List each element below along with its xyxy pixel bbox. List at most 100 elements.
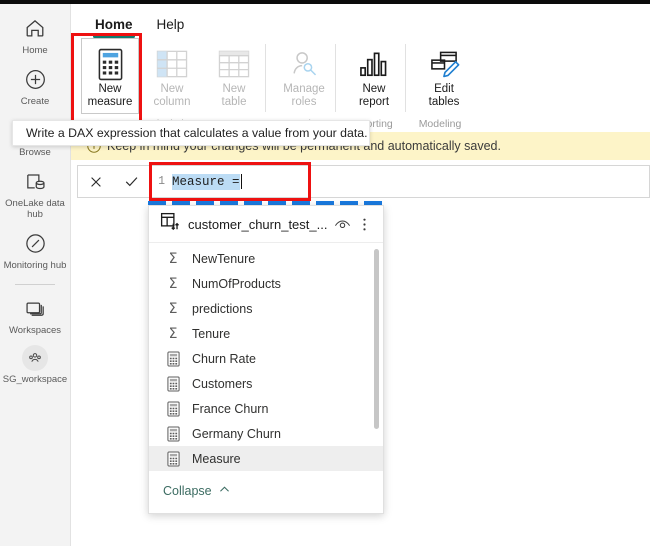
sidebar-label-browse: Browse [19,147,51,158]
list-item[interactable]: Σ NumOfProducts [149,271,383,296]
checkmark-icon[interactable] [120,171,142,193]
list-item[interactable]: France Churn [149,396,383,421]
formula-selected-text: Measure = [172,173,240,190]
sidebar-label-workspaces: Workspaces [8,325,62,336]
sigma-icon: Σ [168,250,178,267]
formula-bar-actions [78,166,150,197]
edit-tables-label-line1: Edit [434,83,454,95]
sidebar-item-monitoring-hub[interactable]: Monitoring hub [0,229,71,271]
ribbon-group-modeling: Edit tables Modeling [405,38,475,130]
field-list-panel: customer_churn_test_... Σ NewTenure Σ Nu… [148,205,384,514]
manage-roles-button[interactable]: Manage roles [275,38,333,114]
field-label: Measure [192,451,241,466]
formula-expression[interactable]: Measure = [172,173,649,190]
home-icon [21,14,49,42]
field-list-scrollbar[interactable] [374,249,379,429]
field-list-items: Σ NewTenure Σ NumOfProducts Σ prediction… [149,243,383,471]
new-measure-tooltip: Write a DAX expression that calculates a… [12,120,370,146]
sidebar-item-home[interactable]: Home [0,14,71,56]
app-window: Home Create Browse OneLake data hub Moni… [0,0,650,546]
edit-tables-label-line2: tables [428,96,460,108]
new-column-icon [156,45,188,83]
manage-roles-icon [289,45,319,83]
close-icon[interactable] [85,171,107,193]
more-vertical-icon[interactable] [353,213,375,235]
edit-tables-icon [429,45,460,83]
new-table-label-line2: table [221,96,247,108]
left-navigation-rail: Home Create Browse OneLake data hub Moni… [0,4,71,546]
field-label: NewTenure [192,251,256,266]
new-measure-label-line1: New [98,83,122,95]
new-column-label-line2: column [153,96,191,108]
monitoring-icon [21,229,49,257]
sidebar-label-home: Home [22,45,48,56]
measure-icon [163,376,183,392]
new-measure-button[interactable]: New measure [81,38,139,114]
tab-help[interactable]: Help [145,17,197,38]
sigma-icon: Σ [168,325,178,342]
dax-formula-bar[interactable]: 1 Measure = [77,165,650,198]
list-item[interactable]: Σ predictions [149,296,383,321]
sigma-icon: Σ [168,300,178,317]
list-item[interactable]: Customers [149,371,383,396]
text-cursor [240,174,243,189]
field-list-table-name: customer_churn_test_... [188,216,328,232]
list-item[interactable]: Churn Rate [149,346,383,371]
measure-icon [163,401,183,417]
new-measure-label-line2: measure [87,96,133,108]
measure-icon [163,451,183,467]
new-table-button[interactable]: New table [205,38,263,114]
field-label: Customers [192,376,253,391]
list-item-selected[interactable]: Measure [149,446,383,471]
sidebar-label-monitoring-hub: Monitoring hub [3,260,67,271]
ribbon-group-calculations: New measure New column New table [79,38,265,130]
list-item[interactable]: Σ Tenure [149,321,383,346]
field-label: Germany Churn [192,426,281,441]
calculator-icon [97,45,124,83]
list-item[interactable]: Σ NewTenure [149,246,383,271]
sidebar-item-create[interactable]: Create [0,65,71,107]
edit-tables-button[interactable]: Edit tables [415,38,473,114]
field-label: Tenure [192,326,231,341]
chevron-up-icon [218,483,231,499]
new-table-icon [218,45,250,83]
collapse-label: Collapse [163,484,212,498]
sidebar-item-onelake-data-hub[interactable]: OneLake data hub [0,167,71,220]
new-report-button[interactable]: New report [345,38,403,114]
new-report-label-line1: New [362,83,386,95]
tab-home[interactable]: Home [83,17,145,38]
formula-line-number: 1 [158,175,165,188]
tooltip-text: Write a DAX expression that calculates a… [26,126,368,140]
bar-chart-icon [359,45,390,83]
plus-circle-icon [21,65,49,93]
field-label: France Churn [192,401,269,416]
sidebar-label-sg-workspace: SG_workspace [2,374,68,385]
field-list-footer: Collapse [149,471,383,511]
field-label: Churn Rate [192,351,256,366]
measure-icon [163,351,183,367]
new-report-label-line2: report [358,96,390,108]
workspaces-icon [21,294,49,322]
list-item[interactable]: Germany Churn [149,421,383,446]
manage-roles-label-line1: Manage [283,83,325,95]
measure-icon [163,426,183,442]
new-column-label-line1: New [160,83,184,95]
field-label: predictions [192,301,253,316]
datahub-icon [21,167,49,195]
collapse-button[interactable]: Collapse [163,483,231,499]
new-column-button[interactable]: New column [143,38,201,114]
manage-roles-label-line2: roles [291,96,317,108]
ribbon-group-reporting: New report Reporting [335,38,405,130]
eye-icon[interactable] [331,213,353,235]
ribbon-group-security: Manage roles Security [265,38,335,130]
sidebar-label-create: Create [20,96,50,107]
sidebar-item-sg-workspace[interactable]: SG_workspace [0,345,71,385]
table-sort-icon [159,211,180,237]
field-list-header: customer_churn_test_... [149,206,383,243]
sidebar-label-onelake-data-hub: OneLake data hub [5,198,65,220]
ribbon-tabstrip: Home Help [71,4,650,38]
ribbon-body: New measure New column New table Manage … [71,38,650,132]
ribbon: Home Help New measure New column New tab… [71,4,650,132]
new-table-label-line1: New [222,83,246,95]
sidebar-item-workspaces[interactable]: Workspaces [0,294,71,336]
